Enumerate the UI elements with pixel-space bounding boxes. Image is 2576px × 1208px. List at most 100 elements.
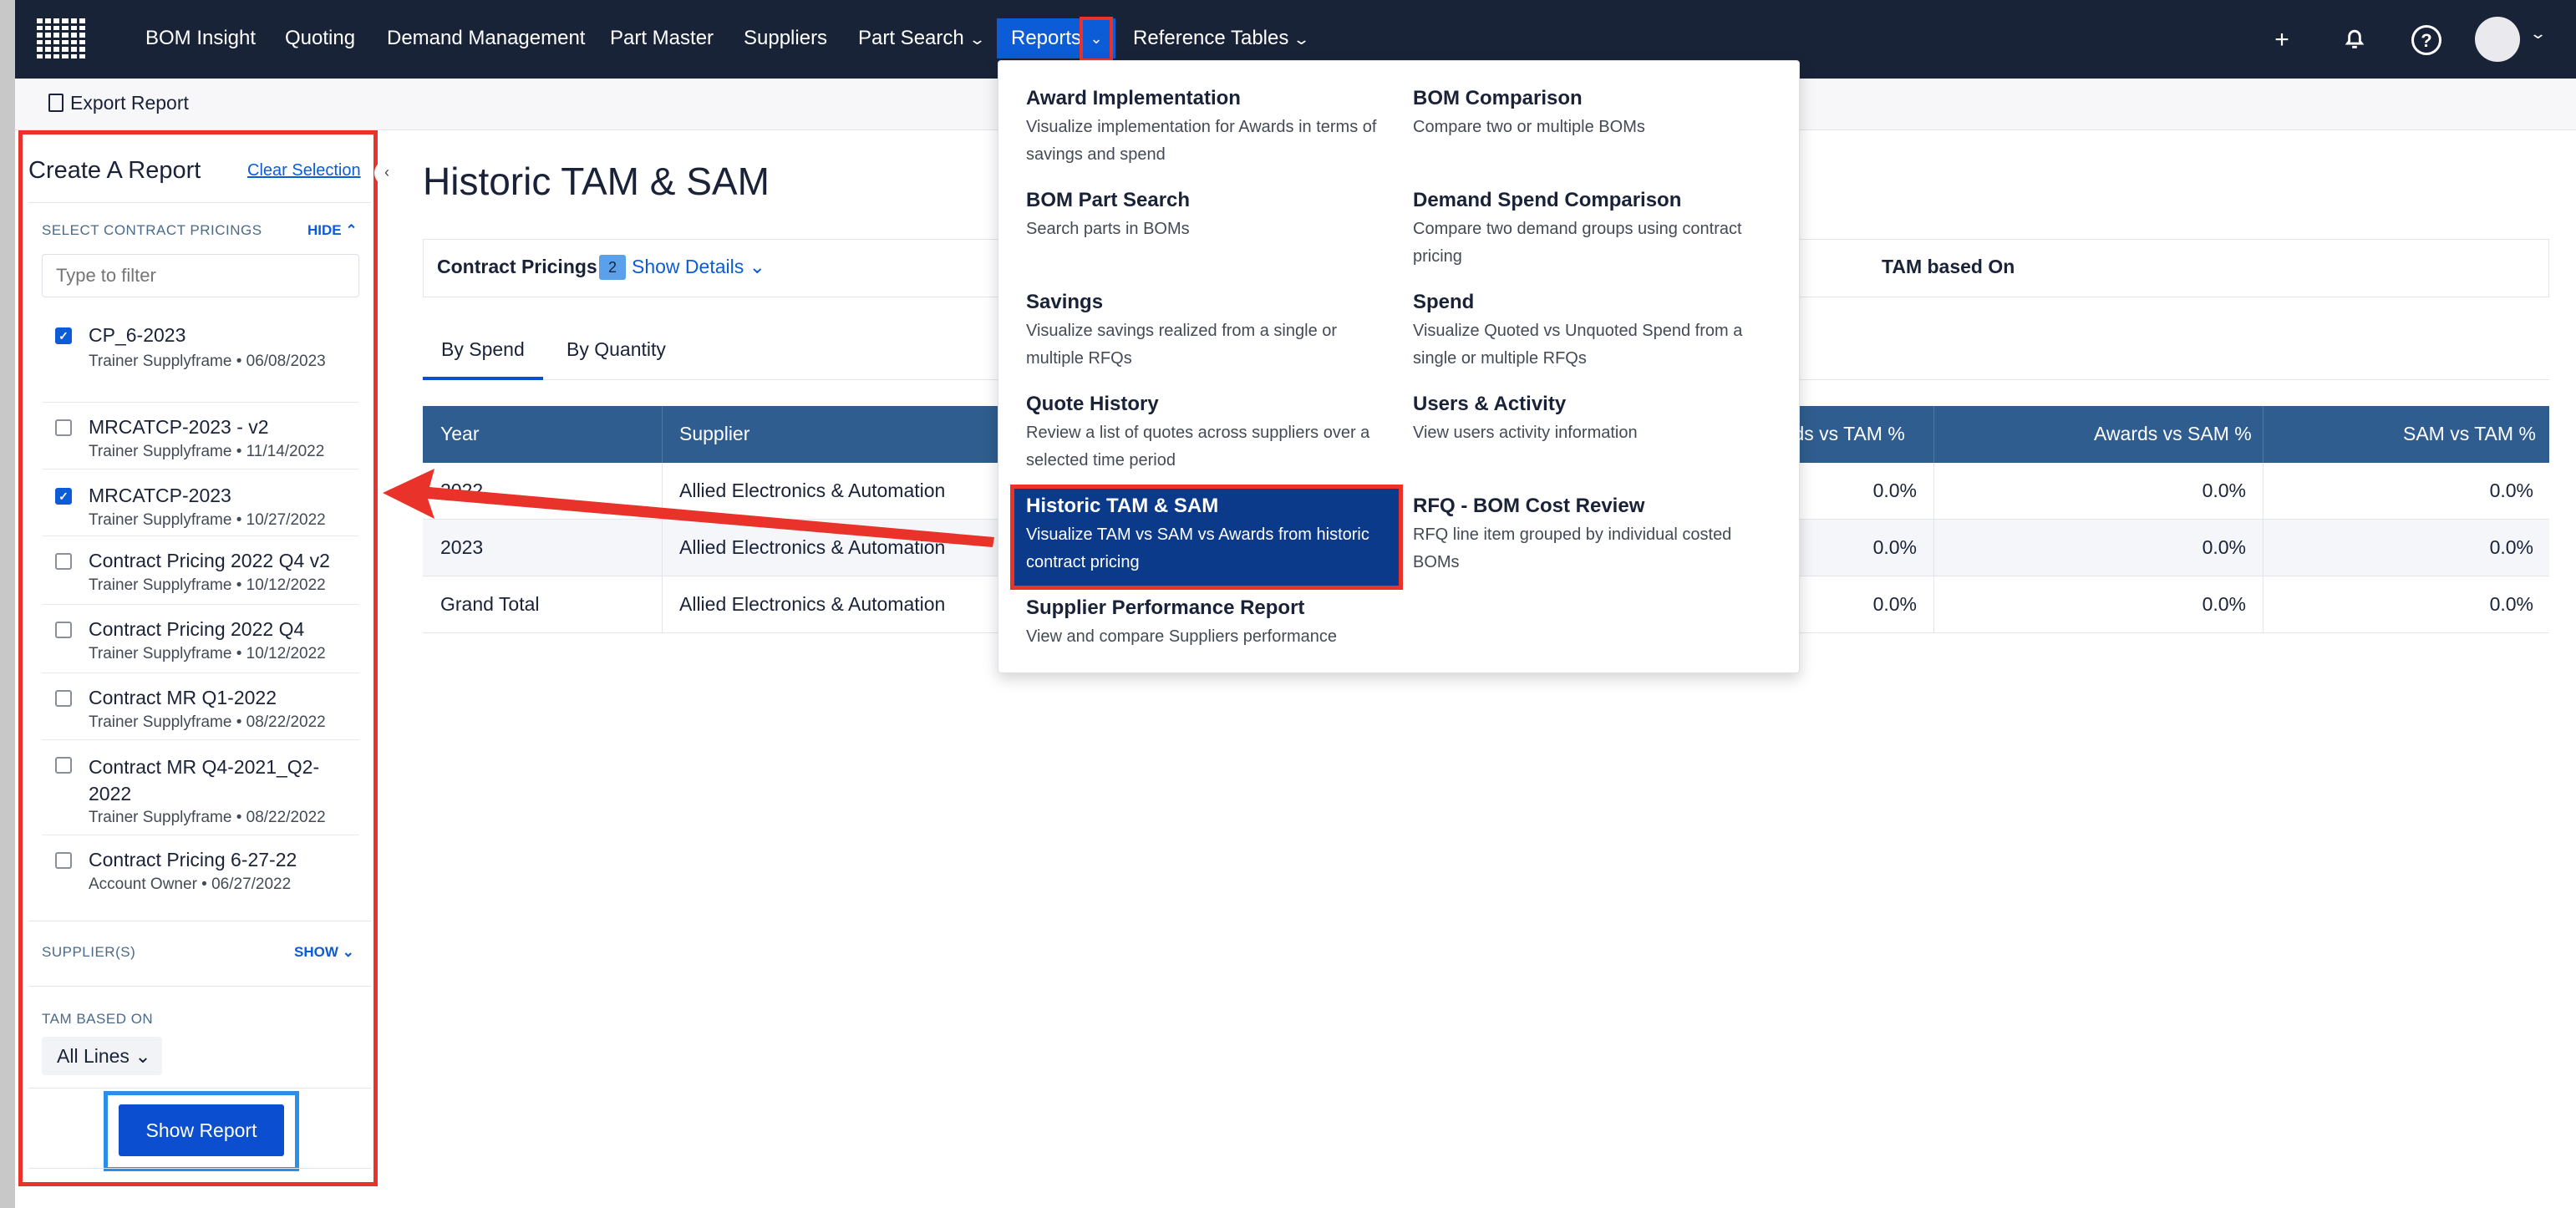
nav-quoting[interactable]: Quoting — [285, 22, 355, 55]
menu-item-supplier-performance[interactable]: Supplier Performance Report — [1026, 596, 1304, 620]
checkbox[interactable] — [55, 622, 72, 638]
contract-name: Contract Pricing 6-27-22 — [89, 849, 297, 870]
nav-reports-label[interactable]: Reports — [1011, 22, 1081, 55]
supplier-section-label: SUPPLIER(S) — [42, 944, 136, 960]
checkbox[interactable] — [55, 690, 72, 707]
column-header[interactable]: SAM vs TAM % — [2403, 423, 2536, 445]
menu-item-users-activity[interactable]: Users & Activity — [1413, 393, 1566, 416]
cell-value: 0.0% — [2489, 536, 2533, 558]
checkbox[interactable] — [55, 553, 72, 570]
divider — [28, 986, 371, 987]
avatar[interactable] — [2475, 17, 2520, 62]
cell-value: 0.0% — [2202, 536, 2246, 558]
tam-section-label: TAM BASED ON — [42, 1011, 154, 1027]
tam-select-value: All Lines — [57, 1045, 130, 1067]
app-logo-icon[interactable] — [33, 15, 89, 62]
menu-item-historic-tam-sam-title[interactable]: Historic TAM & SAM — [1026, 495, 1218, 518]
collapse-panel-icon[interactable]: ‹ — [374, 160, 399, 185]
nav-suppliers[interactable]: Suppliers — [744, 22, 827, 55]
contract-meta: Trainer Supplyframe • 10/27/2022 — [89, 511, 326, 529]
contract-filter-input[interactable] — [42, 254, 359, 297]
contract-meta: Trainer Supplyframe • 10/12/2022 — [89, 645, 326, 662]
chevron-down-icon: ⌄ — [1293, 31, 1311, 48]
column-header[interactable]: Awards vs SAM % — [2094, 423, 2252, 445]
menu-item-quote-history[interactable]: Quote History — [1026, 393, 1159, 416]
reports-chevron-down-icon[interactable]: ⌄ — [1080, 17, 1113, 62]
nav-reference-tables[interactable]: Reference Tables ⌄ — [1133, 22, 1311, 55]
chevron-down-icon[interactable]: ⌄ — [2529, 25, 2547, 43]
plus-icon[interactable]: + — [2265, 23, 2299, 57]
contract-meta: Trainer Supplyframe • 11/14/2022 — [89, 443, 325, 460]
menu-item-bom-comparison[interactable]: BOM Comparison — [1413, 87, 1583, 110]
menu-item-spend[interactable]: Spend — [1413, 291, 1474, 314]
column-divider — [2263, 406, 2264, 463]
divider — [28, 1088, 371, 1089]
checkbox[interactable] — [55, 852, 72, 869]
contract-name: Contract MR Q4-2021_Q2-2022 — [89, 756, 320, 804]
nav-bom-insight[interactable]: BOM Insight — [145, 22, 256, 55]
checkbox-checked[interactable]: ✓ — [55, 327, 72, 344]
checkbox[interactable] — [55, 757, 72, 774]
nav-part-search[interactable]: Part Search ⌄ — [858, 22, 986, 55]
contract-hide-toggle[interactable]: HIDE ⌃ — [307, 222, 358, 239]
menu-item-savings[interactable]: Savings — [1026, 291, 1103, 314]
checkbox-checked[interactable]: ✓ — [55, 488, 72, 505]
list-item[interactable]: ✓ MRCATCP-2023 Trainer Supplyframe • 10/… — [42, 469, 359, 536]
show-details-label: Show Details — [632, 256, 744, 277]
menu-item-desc: Compare two or multiple BOMs — [1413, 118, 1645, 136]
contract-meta: Trainer Supplyframe • 06/08/2023 — [89, 353, 326, 370]
nav-reference-tables-label: Reference Tables — [1133, 27, 1289, 49]
list-item[interactable]: Contract Pricing 2022 Q4 v2 Trainer Supp… — [42, 536, 359, 605]
cell-value: 0.0% — [2202, 480, 2246, 501]
tab-by-quantity[interactable]: By Quantity — [567, 338, 666, 361]
menu-item-rfq-bom-cost-review[interactable]: RFQ - BOM Cost Review — [1413, 495, 1644, 518]
column-divider — [1933, 406, 1934, 463]
column-header[interactable]: Supplier — [679, 423, 749, 445]
menu-item-desc: Review a list of quotes across suppliers… — [1026, 424, 1370, 469]
show-details-link[interactable]: Show Details ⌄ — [632, 256, 765, 278]
divider — [28, 202, 371, 203]
export-report-label: Export Report — [70, 92, 189, 114]
cell-supplier: Allied Electronics & Automation — [679, 593, 946, 615]
menu-item-demand-spend-comparison[interactable]: Demand Spend Comparison — [1413, 189, 1681, 212]
list-item[interactable]: MRCATCP-2023 - v2 Trainer Supplyframe • … — [42, 403, 359, 469]
column-divider — [662, 406, 663, 463]
cell-value: 0.0% — [2202, 593, 2246, 615]
panel-title: Create A Report — [28, 157, 201, 184]
chevron-up-icon: ⌃ — [345, 222, 358, 238]
menu-item-desc: Visualize savings realized from a single… — [1026, 322, 1338, 368]
tab-by-spend[interactable]: By Spend — [441, 338, 525, 361]
list-item[interactable]: Contract Pricing 2022 Q4 Trainer Supplyf… — [42, 605, 359, 673]
menu-item-award-implementation[interactable]: Award Implementation — [1026, 87, 1241, 110]
list-item[interactable]: ✓ CP_6-2023 Trainer Supplyframe • 06/08/… — [42, 309, 359, 403]
chevron-down-icon: ⌄ — [749, 256, 765, 277]
menu-item-desc: Visualize TAM vs SAM vs Awards from hist… — [1026, 525, 1369, 571]
clear-selection-link[interactable]: Clear Selection — [247, 161, 361, 180]
contract-pricings-label: Contract Pricings — [437, 256, 597, 277]
contract-name: MRCATCP-2023 — [89, 485, 231, 506]
list-item[interactable]: Contract MR Q4-2021_Q2-2022 Trainer Supp… — [42, 740, 359, 835]
nav-part-master[interactable]: Part Master — [610, 22, 714, 55]
contract-name: Contract Pricing 2022 Q4 — [89, 618, 305, 640]
cell-value: 0.0% — [2489, 480, 2533, 501]
page-title: Historic TAM & SAM — [423, 160, 770, 203]
contract-hide-label: HIDE — [307, 222, 342, 238]
column-header[interactable]: Year — [440, 423, 479, 445]
menu-item-bom-part-search[interactable]: BOM Part Search — [1026, 189, 1190, 212]
bell-icon[interactable] — [2338, 23, 2371, 57]
annotation-arrow — [383, 469, 994, 547]
show-report-button[interactable]: Show Report — [119, 1104, 284, 1156]
list-item[interactable]: Contract MR Q1-2022 Trainer Supplyframe … — [42, 673, 359, 740]
checkbox[interactable] — [55, 419, 72, 436]
supplier-show-toggle[interactable]: SHOW ⌄ — [294, 944, 354, 961]
menu-item-desc: RFQ line item grouped by individual cost… — [1413, 525, 1732, 571]
help-icon[interactable]: ? — [2411, 25, 2441, 55]
menu-item-desc: Visualize Quoted vs Unquoted Spend from … — [1413, 322, 1743, 368]
export-report-button[interactable]: Export Report — [48, 92, 189, 114]
nav-demand-management[interactable]: Demand Management — [387, 22, 585, 55]
count-badge: 2 — [599, 255, 626, 280]
menu-item-desc: Compare two demand groups using contract… — [1413, 220, 1742, 266]
menu-item-desc: View and compare Suppliers performance — [1026, 627, 1338, 646]
list-item[interactable]: Contract Pricing 6-27-22 Account Owner •… — [42, 835, 359, 904]
tam-based-on-select[interactable]: All Lines ⌄ — [42, 1037, 162, 1075]
